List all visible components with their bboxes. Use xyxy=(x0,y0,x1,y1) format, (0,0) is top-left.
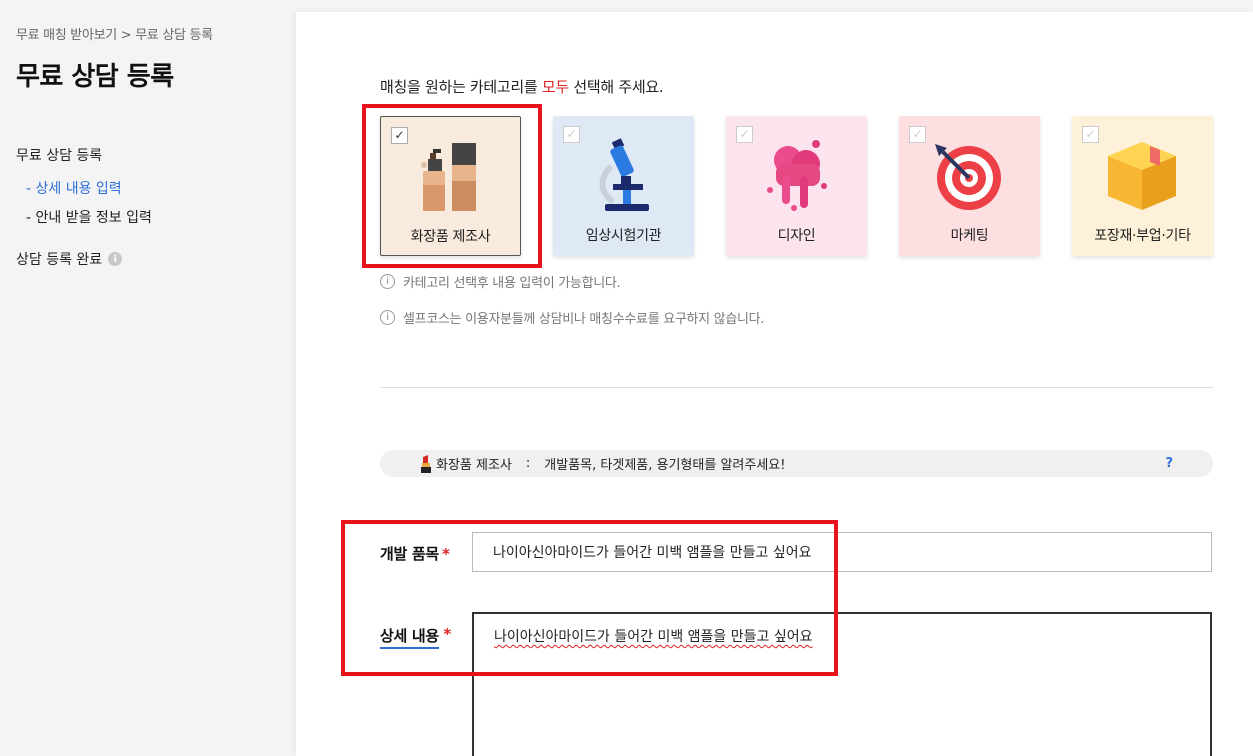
box-icon xyxy=(1108,142,1176,210)
breadcrumb: 무료 매칭 받아보기 > 무료 상담 등록 xyxy=(16,28,213,43)
sidebar-item-label: 상담 등록 완료 xyxy=(16,252,103,268)
sidebar-item-register-complete[interactable]: 상담 등록 완료 i xyxy=(16,249,123,269)
page-title: 무료 상담 등록 xyxy=(16,62,174,92)
sidebar-item-info-input[interactable]: - 안내 받을 정보 입력 xyxy=(26,207,152,227)
highlight-box-category xyxy=(362,104,542,268)
microscope-icon xyxy=(599,138,649,211)
sidebar-item-consult-register[interactable]: 무료 상담 등록 xyxy=(16,145,102,165)
note-text: 카테고리 선택후 내용 입력이 가능합니다. xyxy=(403,276,621,291)
help-button[interactable]: ? xyxy=(1165,456,1173,471)
info-circle-icon: i xyxy=(380,310,395,325)
category-label: 포장재·부업·기타 xyxy=(1094,228,1191,244)
sidebar: 무료 매칭 받아보기 > 무료 상담 등록 무료 상담 등록 무료 상담 등록 … xyxy=(0,0,296,756)
category-label: 임상시험기관 xyxy=(585,228,662,244)
instruction-suffix: 선택해 주세요. xyxy=(568,78,664,96)
category-note: i 카테고리 선택후 내용 입력이 가능합니다. xyxy=(380,272,621,291)
lipstick-icon xyxy=(421,454,431,473)
category-label: 디자인 xyxy=(777,228,816,244)
hint-separator: : xyxy=(525,456,531,471)
category-card-marketing[interactable]: ✓ 마케팅 xyxy=(899,116,1040,256)
category-card-packaging[interactable]: ✓ 포장재·부업·기타 xyxy=(1072,116,1213,256)
paint-splash-icon xyxy=(767,140,827,211)
instruction-accent: 모두 xyxy=(541,78,569,96)
info-circle-icon: i xyxy=(380,274,395,289)
category-instruction: 매칭을 원하는 카테고리를 모두 선택해 주세요. xyxy=(380,76,664,97)
category-card-design[interactable]: ✓ 디자인 xyxy=(726,116,867,256)
fee-note: i 셀프코스는 이용자분들께 상담비나 매칭수수료를 요구하지 않습니다. xyxy=(380,308,764,327)
section-divider xyxy=(380,387,1213,388)
category-card-clinical[interactable]: ✓ 임상시험기관 xyxy=(553,116,694,256)
category-hint-bar: 화장품 제조사 : 개발품목, 타겟제품, 용기형태를 알려주세요! ? xyxy=(380,450,1213,477)
hint-text: 개발품목, 타겟제품, 용기형태를 알려주세요! xyxy=(544,458,786,473)
sidebar-item-detail-input[interactable]: - 상세 내용 입력 xyxy=(26,178,122,198)
note-text: 셀프코스는 이용자분들께 상담비나 매칭수수료를 요구하지 않습니다. xyxy=(403,312,765,327)
highlight-box-fields xyxy=(341,520,838,676)
target-dart-icon xyxy=(935,144,1001,210)
category-label: 마케팅 xyxy=(950,228,989,244)
info-icon: i xyxy=(108,252,123,266)
hint-category: 화장품 제조사 xyxy=(436,458,512,473)
instruction-prefix: 매칭을 원하는 카테고리를 xyxy=(380,78,542,96)
